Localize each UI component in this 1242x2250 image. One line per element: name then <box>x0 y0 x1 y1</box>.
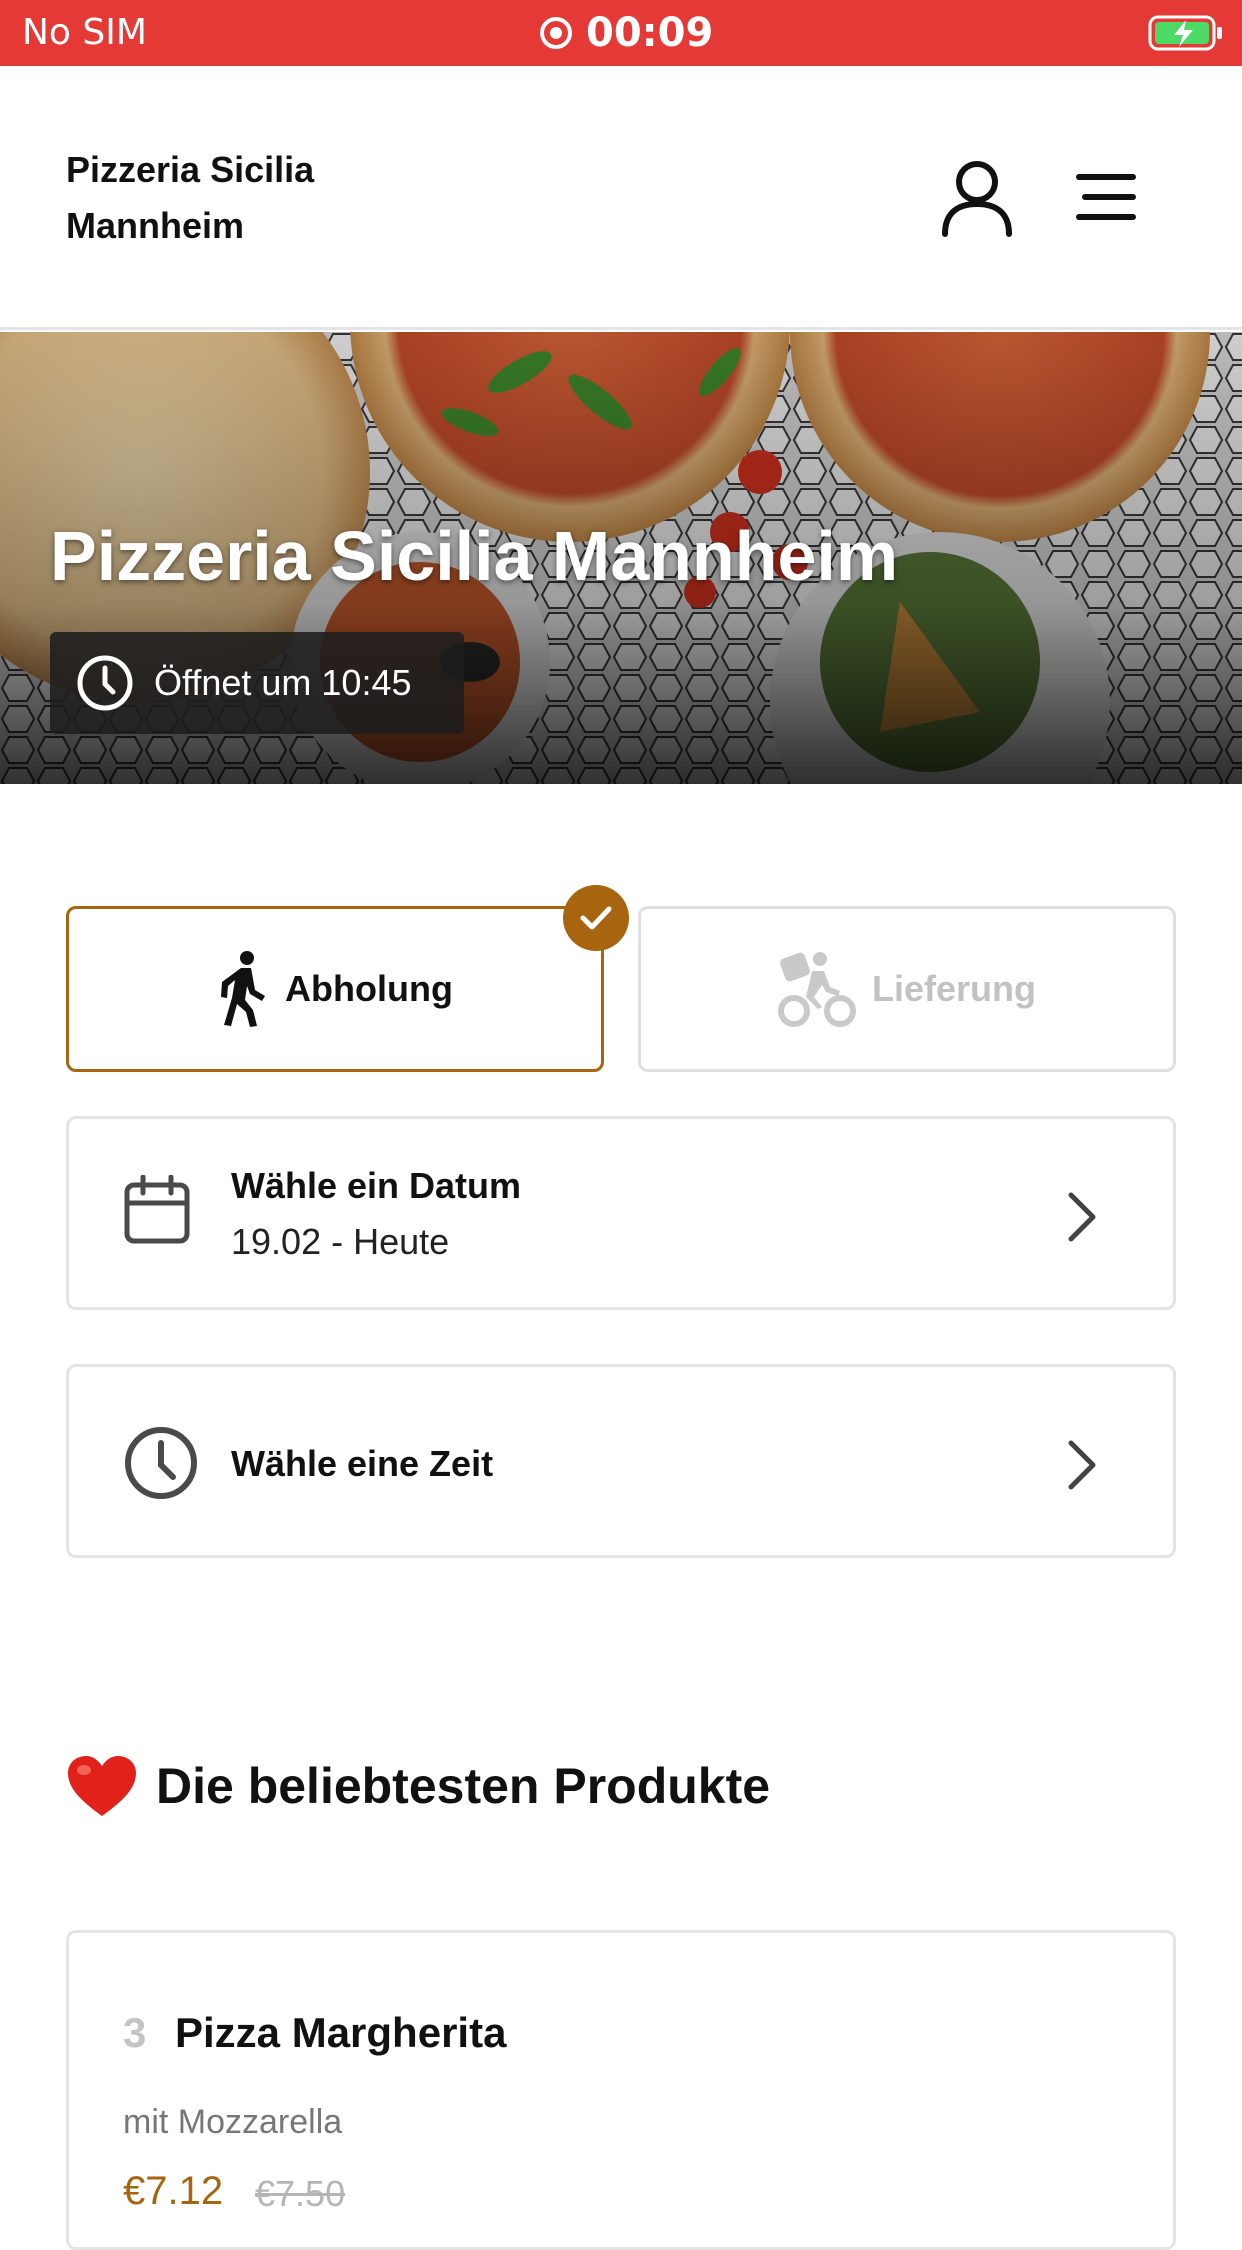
status-bar: No SIM 00:09 <box>0 0 1242 66</box>
chevron-right-icon <box>1068 1440 1096 1490</box>
product-name: Pizza Margherita <box>175 2009 507 2056</box>
pickup-label: Abholung <box>285 968 453 1009</box>
hero-title: Pizzeria Sicilia Mannheim <box>50 517 899 595</box>
brand-name[interactable]: Pizzeria Sicilia Mannheim <box>66 142 366 254</box>
time-select-card[interactable]: Wähle eine Zeit <box>66 1364 1176 1558</box>
hamburger-menu-icon[interactable] <box>1076 172 1140 222</box>
clock-icon <box>125 1427 197 1499</box>
app-header: Pizzeria Sicilia Mannheim <box>0 66 1242 330</box>
status-center: 00:09 <box>540 10 713 56</box>
product-old-price: €7.50 <box>255 2173 346 2214</box>
product-price: €7.12 <box>123 2169 224 2213</box>
hero-banner: Pizzeria Sicilia Mannheim Öffnet um 10:4… <box>0 332 1242 784</box>
user-icon[interactable] <box>940 158 1014 238</box>
selected-check-icon <box>563 885 629 951</box>
date-select-value: 19.02 - Heute <box>231 1221 450 1262</box>
heart-icon <box>68 1756 136 1816</box>
carrier-label: No SIM <box>22 12 147 53</box>
brand-line-2: Mannheim <box>66 205 245 246</box>
pickup-option[interactable]: Abholung <box>66 885 629 1072</box>
product-rank: 3 <box>123 2009 147 2056</box>
clock-time: 00:09 <box>586 10 714 56</box>
date-select-card[interactable]: Wähle ein Datum 19.02 - Heute <box>66 1116 1176 1310</box>
chevron-right-icon <box>1068 1192 1096 1242</box>
opening-hours-text: Öffnet um 10:45 <box>154 662 412 703</box>
screen-recording-icon <box>540 17 572 49</box>
product-card[interactable]: 3 Pizza Margherita mit Mozzarella €7.12 … <box>66 1930 1176 2250</box>
brand-line-1: Pizzeria Sicilia <box>66 149 315 190</box>
battery-charging-icon <box>1148 15 1222 51</box>
popular-products-heading: Die beliebtesten Produkte <box>66 1754 770 1818</box>
popular-products-title: Die beliebtesten Produkte <box>156 1758 771 1814</box>
product-description: mit Mozzarella <box>123 2103 343 2141</box>
clock-icon <box>77 655 133 711</box>
date-select-label: Wähle ein Datum <box>231 1165 522 1206</box>
time-select-label: Wähle eine Zeit <box>231 1443 494 1484</box>
opening-hours-badge: Öffnet um 10:45 <box>50 632 464 734</box>
calendar-icon <box>124 1175 190 1244</box>
bicycle-courier-icon <box>777 952 856 1027</box>
delivery-label: Lieferung <box>871 968 1036 1009</box>
order-mode-selector: Abholung Lieferung <box>66 885 1176 1072</box>
delivery-option[interactable]: Lieferung <box>638 906 1176 1072</box>
walking-person-icon <box>221 951 266 1027</box>
